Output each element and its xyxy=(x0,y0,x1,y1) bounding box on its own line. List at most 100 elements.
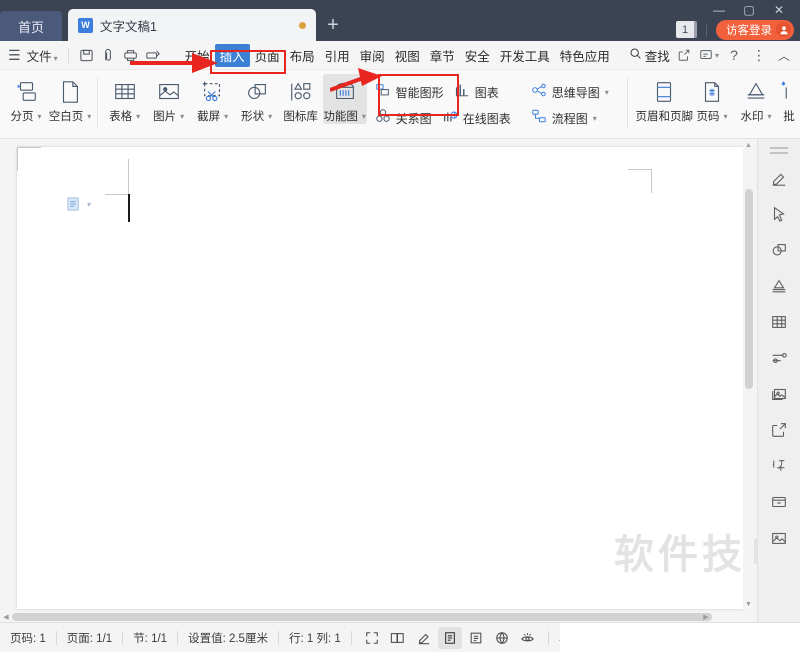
wps-writer-window: 首页 W 文字文稿1 + — ▢ ✕ 1 访客登录 ☰ 文件 ▾ 开始 插入 页… xyxy=(0,0,800,652)
tab-章节[interactable]: 章节 xyxy=(425,44,460,67)
ribbon-button-在线图表[interactable]: 在线图表 xyxy=(438,105,517,131)
comment-insert-icon xyxy=(779,77,799,107)
ribbon-label-流程图: 流程图 xyxy=(551,111,588,126)
ribbon-button-水印[interactable]: 水印 ▾ xyxy=(734,74,778,124)
vertical-scrollbar[interactable]: ▲ ▼ xyxy=(743,139,754,611)
page-view-icon[interactable] xyxy=(437,626,462,649)
adjust-settings-icon[interactable] xyxy=(764,343,794,373)
scroll-down-icon[interactable]: ▼ xyxy=(743,598,754,611)
highlighter-icon[interactable] xyxy=(764,163,794,193)
ribbon-button-截屏[interactable]: 截屏 ▾ xyxy=(191,74,235,124)
web-view-icon[interactable] xyxy=(490,627,514,649)
ribbon-button-关系图[interactable]: 关系图 xyxy=(371,105,438,131)
photo-library-icon[interactable] xyxy=(764,379,794,409)
undo-icon[interactable] xyxy=(142,44,164,66)
cursor-select-icon[interactable] xyxy=(764,199,794,229)
ribbon-label-图片: 图片 xyxy=(153,111,177,123)
translate-icon[interactable] xyxy=(764,451,794,481)
ribbon-button-表格[interactable]: 表格 ▾ xyxy=(103,74,147,124)
status-bar: 页码: 1 页面: 1/1 节: 1/1 设置值: 2.5厘米 行: 1 列: … xyxy=(0,622,800,652)
file-menu-button[interactable]: 文件 ▾ xyxy=(24,46,61,65)
ribbon-button-思维导图[interactable]: 思维导图 ▾ xyxy=(527,79,615,105)
home-tab[interactable]: 首页 xyxy=(0,11,62,41)
horizontal-scroll-thumb[interactable] xyxy=(12,613,712,621)
share-icon[interactable] xyxy=(672,44,696,66)
ribbon-button-图标库[interactable]: 图标库 xyxy=(279,74,323,124)
scroll-left-icon[interactable]: ◀ xyxy=(0,611,12,622)
table-tool-icon[interactable] xyxy=(764,307,794,337)
chevron-down-icon: ▾ xyxy=(723,111,728,121)
image-insert-icon[interactable] xyxy=(764,523,794,553)
tab-页面[interactable]: 页面 xyxy=(250,44,285,67)
gradient-tool-icon[interactable] xyxy=(764,271,794,301)
tab-开发工具[interactable]: 开发工具 xyxy=(495,44,555,67)
outline-view-icon[interactable] xyxy=(464,627,488,649)
tab-审阅[interactable]: 审阅 xyxy=(355,44,390,67)
ribbon-button-功能图[interactable]: 功能图 ▾ xyxy=(322,74,367,124)
close-icon[interactable]: ✕ xyxy=(764,0,794,20)
ribbon-button-批注-clipped[interactable]: 批 xyxy=(778,74,800,124)
maximize-icon[interactable]: ▢ xyxy=(734,0,764,20)
more-icon[interactable]: ⋮ xyxy=(747,44,771,66)
share-export-icon[interactable] xyxy=(764,415,794,445)
status-page-number[interactable]: 页码: 1 xyxy=(0,630,56,646)
tab-插入[interactable]: 插入 xyxy=(214,43,250,67)
ribbon-button-智能图形[interactable]: 智能图形 xyxy=(371,79,450,105)
print-icon[interactable] xyxy=(120,44,142,66)
tab-引用[interactable]: 引用 xyxy=(320,44,355,67)
comment-icon[interactable]: ▾ xyxy=(697,44,721,66)
book-view-icon[interactable] xyxy=(386,627,410,649)
scroll-right-icon[interactable]: ▶ xyxy=(700,611,712,622)
ribbon-button-页眉和页脚[interactable]: 页眉和页脚 xyxy=(635,74,693,124)
ribbon-label-页眉和页脚: 页眉和页脚 xyxy=(635,111,693,123)
icon-library-icon xyxy=(288,77,314,107)
eye-protect-icon[interactable] xyxy=(516,627,540,649)
ribbon-button-流程图[interactable]: 流程图 ▾ xyxy=(527,105,615,131)
edit-pen-icon[interactable] xyxy=(412,627,436,649)
minimize-icon[interactable]: — xyxy=(704,0,734,20)
ribbon-button-页码[interactable]: 页码 ▾ xyxy=(690,74,734,124)
ribbon-mindmap-group: 思维导图 ▾ 流程图 ▾ xyxy=(527,74,615,134)
tab-特色应用[interactable]: 特色应用 xyxy=(555,44,615,67)
tab-安全[interactable]: 安全 xyxy=(460,44,495,67)
title-bar: 首页 W 文字文稿1 + — ▢ ✕ 1 访客登录 xyxy=(0,0,800,41)
smartart-icon xyxy=(375,82,391,103)
tab-视图[interactable]: 视图 xyxy=(390,44,425,67)
chevron-down-icon: ▾ xyxy=(604,87,609,97)
collapse-ribbon-icon[interactable]: ︿ xyxy=(772,44,796,66)
document-tab[interactable]: W 文字文稿1 xyxy=(68,9,316,41)
ribbon-button-形状[interactable]: 形状 ▾ xyxy=(235,74,279,124)
status-setting-value[interactable]: 设置值: 2.5厘米 xyxy=(178,630,278,646)
fullscreen-icon[interactable] xyxy=(360,627,384,649)
paste-options-button[interactable]: ▾ xyxy=(66,196,91,212)
ribbon-button-图表[interactable]: 图表 xyxy=(450,79,505,105)
find-button[interactable]: 查找 xyxy=(629,46,670,65)
table-icon xyxy=(112,77,138,107)
print-preview-icon[interactable] xyxy=(98,44,120,66)
login-button[interactable]: 访客登录 xyxy=(716,19,794,40)
horizontal-scrollbar[interactable]: ◀ ▶ xyxy=(0,611,755,622)
sidebar-drag-handle[interactable] xyxy=(770,147,788,157)
relation-chart-icon xyxy=(375,108,391,129)
archive-icon[interactable] xyxy=(764,487,794,517)
ribbon-button-空白页[interactable]: 空白页 ▾ xyxy=(48,74,92,124)
ribbon-button-图片[interactable]: 图片 ▾ xyxy=(147,74,191,124)
scroll-up-icon[interactable]: ▲ xyxy=(743,139,754,152)
help-icon[interactable]: ? xyxy=(722,44,746,66)
document-area[interactable]: ▾ 软件技巧 xyxy=(0,139,800,622)
menubar-divider-1 xyxy=(67,47,69,63)
app-menu-icon[interactable]: ☰ xyxy=(0,47,24,64)
status-row-column[interactable]: 行: 1 列: 1 xyxy=(279,630,351,646)
save-icon[interactable] xyxy=(76,44,98,66)
shape-tool-icon[interactable] xyxy=(764,235,794,265)
ribbon-button-分页[interactable]: 分页 ▾ xyxy=(4,74,48,124)
tab-布局[interactable]: 布局 xyxy=(285,44,320,67)
status-pages[interactable]: 页面: 1/1 xyxy=(57,630,122,646)
doc-count-badge[interactable]: 1 xyxy=(676,21,697,38)
vertical-scroll-thumb[interactable] xyxy=(745,189,753,389)
watermark-icon xyxy=(743,77,769,107)
status-section[interactable]: 节: 1/1 xyxy=(123,630,177,646)
ribbon-label-思维导图: 思维导图 xyxy=(551,85,600,100)
tab-开始[interactable]: 开始 xyxy=(180,44,215,67)
new-tab-button[interactable]: + xyxy=(316,9,350,41)
